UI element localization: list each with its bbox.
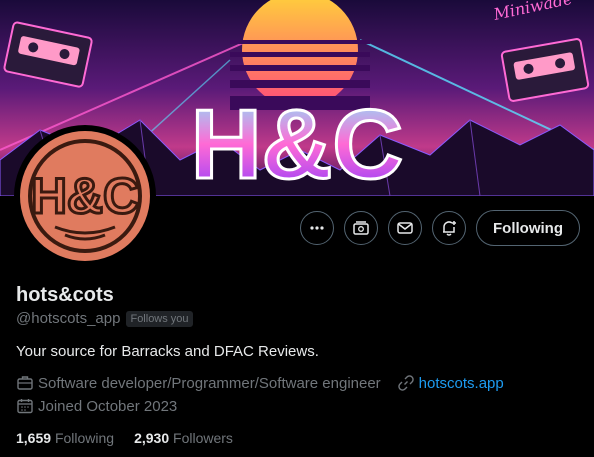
bio: Your source for Barracks and DFAC Review… [16, 343, 319, 360]
followers-label: Followers [173, 430, 233, 446]
joined-date: Joined October 2023 [38, 397, 178, 415]
notify-button[interactable] [432, 211, 467, 245]
follows-you-badge: Follows you [126, 310, 193, 327]
message-button[interactable] [388, 211, 423, 245]
follow-stats: 1,659 Following 2,930 Followers [16, 430, 233, 446]
more-icon [310, 226, 324, 230]
following-stat[interactable]: 1,659 Following [16, 430, 114, 446]
website-link[interactable]: hotscots.app [419, 375, 504, 392]
profile-actions: Following [300, 210, 580, 246]
profile-meta-row: Software developer/Programmer/Software e… [16, 374, 504, 392]
handle-row: @hotscots_app Follows you [16, 310, 193, 327]
joined-row: Joined October 2023 [16, 397, 177, 415]
notify-icon [443, 221, 457, 236]
calendar-icon [17, 399, 33, 414]
avatar[interactable]: H&C [14, 125, 156, 267]
subscribe-button[interactable] [344, 211, 379, 245]
handle: @hotscots_app [16, 310, 121, 327]
banner-logo-text: H&C [191, 89, 403, 196]
following-label: Following [54, 430, 115, 446]
following-count: 1,659 [16, 430, 52, 446]
subscribe-icon [353, 221, 369, 235]
profession: Software developer/Programmer/Software e… [38, 374, 381, 392]
briefcase-icon [17, 376, 33, 390]
message-icon [397, 222, 413, 234]
avatar-logo-text: H&C [31, 168, 139, 224]
followers-count: 2,930 [134, 430, 170, 446]
following-button[interactable]: Following [476, 210, 580, 246]
display-name: hots&cots [16, 284, 114, 306]
avatar-image: H&C [20, 131, 150, 261]
followers-stat[interactable]: 2,930 Followers [134, 430, 233, 446]
link-icon [397, 375, 414, 391]
more-button[interactable] [300, 211, 335, 245]
